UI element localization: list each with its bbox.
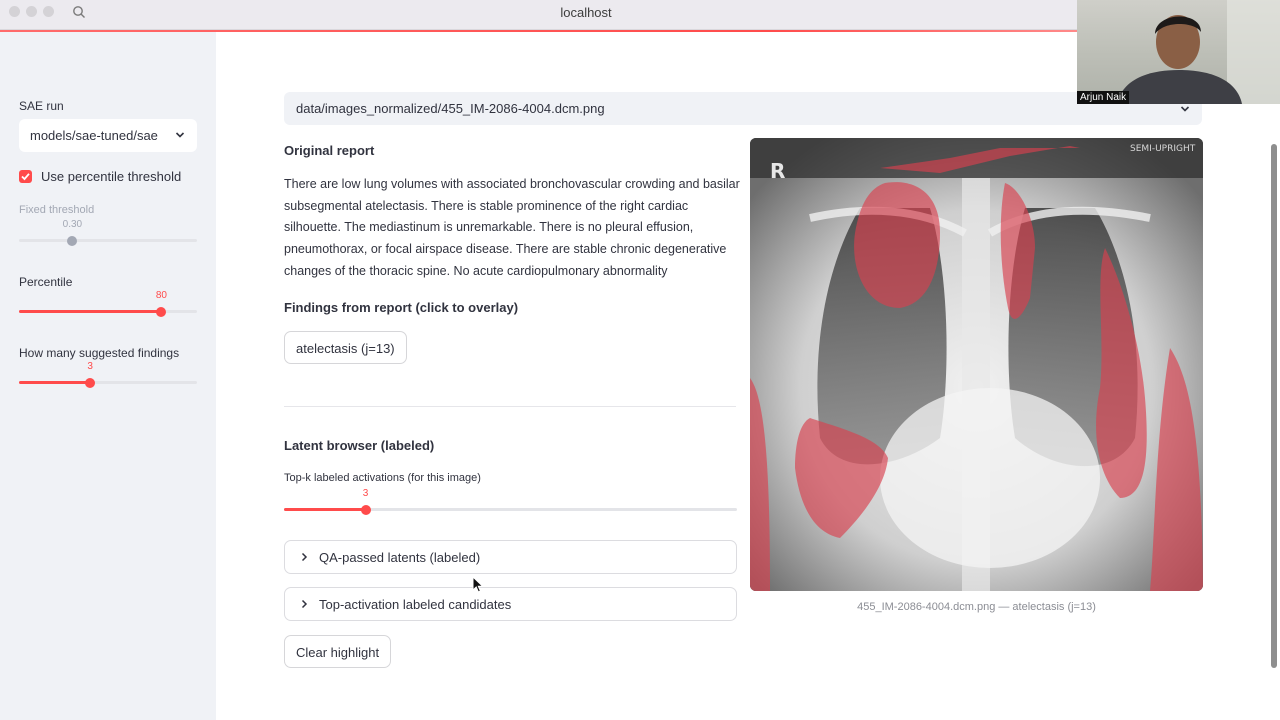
slider-thumb[interactable] bbox=[85, 378, 96, 388]
finding-atelectasis-button[interactable]: atelectasis (j=13) bbox=[284, 331, 407, 364]
slider-value: 3 bbox=[362, 488, 369, 499]
slider-thumb[interactable] bbox=[360, 505, 371, 515]
suggested-findings-label: How many suggested findings bbox=[19, 346, 180, 360]
percentile-label: Percentile bbox=[19, 275, 73, 289]
latent-browser-heading: Latent browser (labeled) bbox=[284, 438, 435, 453]
original-report-heading: Original report bbox=[284, 143, 375, 158]
slider-thumb[interactable] bbox=[156, 307, 167, 317]
slider-value: 80 bbox=[155, 290, 167, 301]
qa-passed-latents-expander[interactable]: QA-passed latents (labeled) bbox=[284, 540, 737, 574]
top-activation-candidates-expander[interactable]: Top-activation labeled candidates bbox=[284, 587, 737, 621]
suggested-findings-slider[interactable]: 3 bbox=[19, 361, 197, 390]
check-icon bbox=[21, 173, 30, 181]
chevron-down-icon bbox=[175, 132, 185, 138]
fixed-threshold-label: Fixed threshold bbox=[19, 204, 95, 216]
image-path-value: data/images_normalized/455_IM-2086-4004.… bbox=[296, 101, 605, 116]
expander-label: QA-passed latents (labeled) bbox=[319, 550, 481, 565]
slider-fill bbox=[284, 508, 366, 511]
expander-label: Top-activation labeled candidates bbox=[319, 597, 512, 612]
webcam-name-label: Arjun Naik bbox=[1077, 91, 1130, 104]
xray-graphic: R SEMI-UPRIGHT bbox=[750, 138, 1203, 591]
image-path-select[interactable]: data/images_normalized/455_IM-2086-4004.… bbox=[284, 92, 1202, 125]
use-percentile-checkbox[interactable] bbox=[19, 170, 32, 183]
chevron-right-icon bbox=[301, 552, 308, 562]
mouse-cursor-icon bbox=[472, 576, 484, 593]
fixed-threshold-slider: 0.30 bbox=[19, 219, 197, 248]
xray-tag: SEMI-UPRIGHT bbox=[1130, 144, 1196, 154]
chevron-down-icon bbox=[1180, 106, 1190, 112]
topk-label: Top-k labeled activations (for this imag… bbox=[284, 472, 481, 484]
slider-fill bbox=[19, 381, 91, 384]
xray-image: R SEMI-UPRIGHT bbox=[750, 138, 1203, 591]
sae-run-value: models/sae-tuned/sae bbox=[30, 128, 158, 143]
chevron-right-icon bbox=[301, 599, 308, 609]
use-percentile-label[interactable]: Use percentile threshold bbox=[41, 169, 181, 184]
slider-value: 0.30 bbox=[62, 219, 83, 230]
slider-value: 3 bbox=[87, 361, 93, 372]
topk-slider[interactable]: 3 bbox=[284, 488, 737, 517]
slider-thumb bbox=[67, 236, 78, 246]
clear-highlight-button[interactable]: Clear highlight bbox=[284, 635, 392, 668]
report-text: There are low lung volumes with associat… bbox=[284, 177, 740, 278]
slider-fill bbox=[19, 310, 162, 313]
webcam-video bbox=[1077, 0, 1280, 104]
address-bar[interactable]: localhost bbox=[0, 5, 1172, 20]
percentile-slider[interactable]: 80 bbox=[19, 290, 197, 319]
webcam-person bbox=[1117, 0, 1280, 104]
xray-side-marker: R bbox=[770, 159, 785, 183]
section-divider bbox=[284, 406, 736, 407]
sae-run-label: SAE run bbox=[19, 99, 64, 113]
image-caption: 455_IM-2086-4004.dcm.png — atelectasis (… bbox=[857, 601, 1096, 613]
page-scrollbar[interactable] bbox=[1271, 144, 1277, 668]
findings-heading: Findings from report (click to overlay) bbox=[284, 300, 519, 315]
slider-track bbox=[19, 239, 197, 242]
sae-run-select[interactable]: models/sae-tuned/sae bbox=[19, 119, 197, 152]
